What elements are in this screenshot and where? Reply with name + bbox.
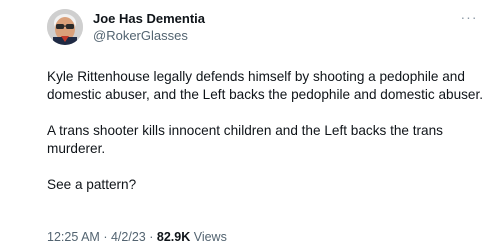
tweet-card: Joe Has Dementia @RokerGlasses ··· Kyle … (0, 0, 500, 247)
tweet-date[interactable]: 4/2/23 (111, 230, 146, 244)
user-handle[interactable]: @RokerGlasses (93, 27, 205, 44)
meta-separator: · (103, 230, 108, 244)
tweet-header: Joe Has Dementia @RokerGlasses (47, 9, 205, 45)
tweet-paragraph: See a pattern? (47, 177, 137, 192)
tweet-paragraph: Kyle Rittenhouse legally defends himself… (47, 69, 484, 102)
avatar-image (47, 9, 83, 45)
more-icon[interactable]: ··· (458, 10, 480, 24)
views-count: 82.9K (156, 230, 191, 244)
tweet-text: Kyle Rittenhouse legally defends himself… (47, 68, 487, 212)
author-names: Joe Has Dementia @RokerGlasses (93, 10, 205, 44)
tweet-time[interactable]: 12:25 AM (47, 230, 100, 244)
views-label: Views (193, 230, 227, 244)
tweet-paragraph: A trans shooter kills innocent children … (47, 123, 443, 156)
avatar[interactable] (47, 9, 83, 45)
tweet-meta: 12:25 AM · 4/2/23 · 82.9K Views (47, 230, 227, 244)
display-name[interactable]: Joe Has Dementia (93, 10, 205, 27)
meta-separator: · (149, 230, 154, 244)
